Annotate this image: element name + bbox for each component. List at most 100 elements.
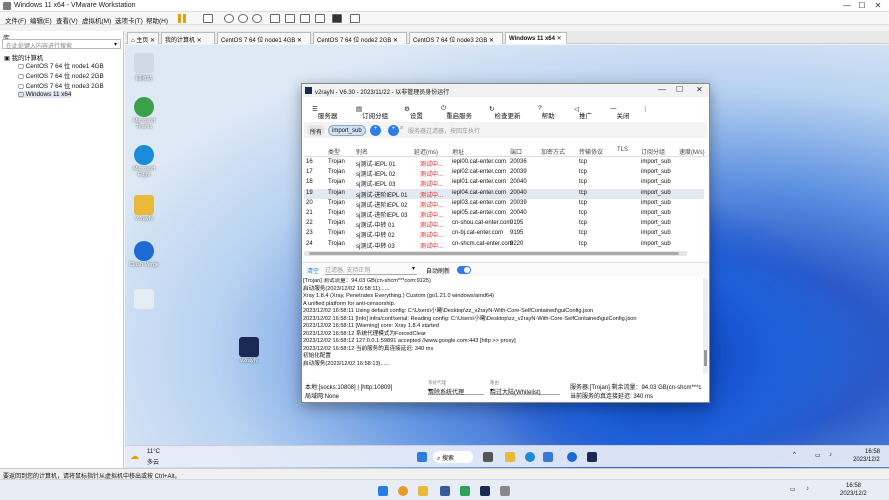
close-button[interactable]: ✕: [868, 1, 888, 11]
task-view-icon[interactable]: [483, 452, 493, 462]
chevron-down-icon[interactable]: ▾: [412, 265, 415, 272]
weather-desc[interactable]: 多云: [147, 457, 159, 466]
host-volume-icon[interactable]: ♪: [806, 486, 809, 492]
full-screen-icon[interactable]: [300, 14, 310, 23]
settings-menu[interactable]: ⚙ 设置: [404, 105, 423, 120]
column-network[interactable]: 传输协议: [579, 147, 603, 156]
start-icon[interactable]: [417, 452, 427, 462]
desktop-icon-clash[interactable]: Clash Verge: [128, 241, 160, 268]
column-sub-group[interactable]: 订阅分组: [641, 147, 665, 156]
group-all-chip[interactable]: 所有: [307, 125, 326, 136]
column-port[interactable]: 端口: [510, 147, 522, 156]
servers-menu[interactable]: ☰ 服务器: [312, 105, 337, 120]
routing-select[interactable]: 绕过大陆(Whitelist) ▾: [490, 387, 560, 396]
host-vmware-icon[interactable]: [500, 486, 510, 496]
weather-temp[interactable]: 11°C: [147, 449, 160, 455]
desktop-icon-installer[interactable]: [128, 289, 160, 310]
help-menu[interactable]: ? 帮助: [538, 105, 555, 120]
sub-group-menu[interactable]: ▤ 订阅分组: [356, 105, 388, 120]
tree-vm-node1[interactable]: ▢ CentOS 7 64 位 node1 4GB: [18, 61, 104, 70]
tab-node2[interactable]: CentOS 7 64 位 node2 2GB ✕: [313, 32, 407, 44]
table-row[interactable]: 23 Trojan sj测试-中转 02 测试中... cn-bj.cat-enter.…: [304, 229, 704, 239]
tab-home[interactable]: ⌂ 主页 ✕: [127, 32, 159, 44]
host-network-icon[interactable]: ▭: [790, 486, 796, 493]
more-vertical-icon[interactable]: ⋮: [642, 105, 649, 113]
library-view-icon[interactable]: [270, 14, 280, 23]
tree-vm-node3[interactable]: ▢ CentOS 7 64 位 node3 2GB: [18, 81, 104, 90]
console-view-icon[interactable]: [332, 14, 342, 23]
edge-icon[interactable]: [525, 452, 535, 462]
group-import-sub-chip[interactable]: import_sub: [328, 125, 366, 136]
scrollbar-thumb[interactable]: [704, 350, 707, 366]
check-update-button[interactable]: ↻ 检查更新: [489, 105, 520, 120]
library-search-input[interactable]: 在此处键入内容进行搜索: [2, 39, 121, 50]
host-app-icon[interactable]: [398, 486, 408, 496]
tab-my-computer[interactable]: 我的计算机 ✕: [161, 32, 215, 44]
tab-node1[interactable]: CentOS 7 64 位 node1 4GB ✕: [217, 32, 311, 44]
column-type[interactable]: 类型: [328, 147, 340, 156]
guest-clock-time[interactable]: 16:58: [865, 449, 880, 455]
promote-menu[interactable]: ◁ 推广: [574, 105, 592, 120]
desktop-icon-teams[interactable]: Microsoft Teams: [128, 97, 160, 130]
column-address[interactable]: 地址: [452, 147, 464, 156]
menu-tabs[interactable]: 选项卡(T): [115, 15, 143, 25]
horizontal-scrollbar[interactable]: [304, 251, 687, 256]
volume-icon[interactable]: ♪: [829, 452, 832, 458]
v2rayn-taskbar-icon[interactable]: [587, 452, 597, 462]
restart-service-button[interactable]: ⏻ 重启服务: [441, 105, 472, 120]
v2rayn-close-button[interactable]: ✕: [696, 85, 703, 94]
auto-refresh-toggle[interactable]: [457, 266, 471, 274]
column-tls[interactable]: TLS: [617, 147, 628, 153]
unity-view-icon[interactable]: [315, 14, 325, 23]
send-ctrl-alt-del-icon[interactable]: [203, 14, 213, 23]
file-explorer-icon[interactable]: [505, 452, 515, 462]
snapshot-icon[interactable]: [224, 14, 234, 23]
desktop-icon-v2rayn-folder[interactable]: v2rayN: [128, 195, 160, 222]
revert-snapshot-icon[interactable]: [238, 14, 248, 23]
column-latency[interactable]: 延迟(ms): [414, 147, 438, 156]
table-row[interactable]: 18 Trojan sj测试-IEPL 03 测试中... iepl01.cat-ent…: [304, 178, 704, 188]
column-alias[interactable]: 别名: [356, 147, 368, 156]
table-row[interactable]: 19 Trojan sj测试-进阶IEPL 01 测试中... iepl04.cat-e…: [304, 188, 704, 199]
host-app-icon-3[interactable]: [460, 486, 470, 496]
stretch-guest-icon[interactable]: [350, 14, 360, 23]
table-row[interactable]: 16 Trojan sj测试-IEPL 01 测试中... iepl00.cat-ent…: [304, 158, 704, 168]
host-app-icon-2[interactable]: [440, 486, 450, 496]
tree-vm-windows11[interactable]: ▢ Windows 11 x64: [18, 91, 72, 98]
pause-icon[interactable]: [178, 14, 181, 23]
log-scrollbar[interactable]: [703, 278, 708, 374]
table-row[interactable]: 22 Trojan sj测试-中转 01 测试中... cn-shou.cat-ente…: [304, 219, 704, 229]
desktop-icon-recycle-bin[interactable]: 回收站: [128, 53, 160, 82]
tray-chevron-icon[interactable]: ^: [793, 452, 796, 458]
network-icon[interactable]: ▭: [815, 452, 821, 459]
host-clock-date[interactable]: 2023/12/2: [840, 491, 867, 497]
tab-windows11[interactable]: Windows 11 x64 ✕: [505, 32, 567, 44]
v2rayn-minimize-button[interactable]: —: [658, 85, 666, 94]
table-row[interactable]: 21 Trojan sj测试-进阶IEPL 03 测试中... iepl05.cat-e…: [304, 209, 704, 219]
menu-edit[interactable]: 编辑(E): [30, 15, 52, 25]
host-clock-time[interactable]: 16:58: [846, 483, 861, 489]
table-row[interactable]: 17 Trojan sj测试-IEPL 02 测试中... iepl02.cat-ent…: [304, 168, 704, 178]
snapshot-manager-icon[interactable]: [252, 14, 262, 23]
menu-file[interactable]: 文件(F): [5, 15, 26, 25]
store-icon[interactable]: [543, 452, 553, 462]
taskbar-search[interactable]: ⌕ 搜索: [433, 451, 473, 463]
edit-group-icon[interactable]: +: [388, 125, 399, 136]
chevron-down-icon[interactable]: ▾: [114, 41, 117, 48]
column-speed[interactable]: 速度(M/s): [679, 147, 705, 156]
column-security[interactable]: 加密方式: [541, 147, 565, 156]
scrollbar-thumb[interactable]: [309, 252, 679, 255]
table-row[interactable]: 20 Trojan sj测试-进阶IEPL 02 测试中... iepl03.cat-e…: [304, 199, 704, 209]
menu-help[interactable]: 帮助(H): [146, 15, 168, 25]
desktop-icon-v2rayn[interactable]: v2rayN: [233, 337, 265, 364]
log-filter-input[interactable]: 过滤器, 支持正则: [325, 265, 417, 275]
host-v2rayn-icon[interactable]: [480, 486, 490, 496]
desktop-icon-edge[interactable]: Microsoft Edge: [128, 145, 160, 178]
tree-vm-node2[interactable]: ▢ CentOS 7 64 位 node2 2GB: [18, 71, 104, 80]
clash-icon[interactable]: [567, 452, 577, 462]
sysproxy-select[interactable]: 清除系统代理 ▾: [428, 387, 484, 396]
add-group-icon[interactable]: +: [370, 125, 381, 136]
clear-log-button[interactable]: 清空: [307, 266, 319, 275]
guest-clock-date[interactable]: 2023/12/2: [853, 457, 880, 463]
server-filter-input[interactable]: 服务器过滤器，按回车执行: [408, 126, 480, 135]
